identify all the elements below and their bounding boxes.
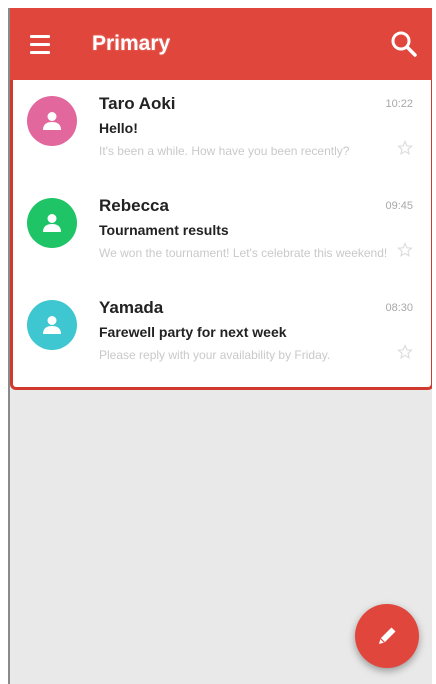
- message-time: 09:45: [385, 200, 413, 212]
- avatar: [27, 96, 77, 146]
- sender-name: Taro Aoki: [99, 94, 176, 113]
- avatar: [27, 198, 77, 248]
- person-icon: [43, 112, 61, 130]
- person-icon: [43, 316, 61, 334]
- message-subject: Tournament results: [99, 222, 229, 238]
- sender-name: Yamada: [99, 298, 164, 317]
- message-time: 10:22: [385, 98, 413, 110]
- message-snippet: Please reply with your availability by F…: [99, 348, 331, 362]
- message-snippet: It's been a while. How have you been rec…: [99, 144, 350, 158]
- phone-screen: Primary Taro Aoki Hello! It's been a whi…: [8, 8, 432, 684]
- message-item[interactable]: Rebecca Tournament results We won the to…: [13, 184, 431, 288]
- message-subject: Hello!: [99, 120, 138, 136]
- message-time: 08:30: [385, 302, 413, 314]
- pencil-icon: [379, 627, 396, 644]
- person-icon: [43, 214, 61, 232]
- compose-button[interactable]: [355, 604, 419, 668]
- star-outline-icon[interactable]: [397, 242, 413, 258]
- message-item[interactable]: Yamada Farewell party for next week Plea…: [13, 286, 431, 390]
- message-list: Taro Aoki Hello! It's been a while. How …: [10, 80, 432, 390]
- hamburger-menu-icon[interactable]: [30, 29, 62, 59]
- message-item[interactable]: Taro Aoki Hello! It's been a while. How …: [13, 82, 431, 186]
- app-bar: Primary: [10, 8, 432, 80]
- sender-name: Rebecca: [99, 196, 169, 215]
- avatar: [27, 300, 77, 350]
- star-outline-icon[interactable]: [397, 344, 413, 360]
- message-snippet: We won the tournament! Let's celebrate t…: [99, 246, 388, 260]
- message-subject: Farewell party for next week: [99, 324, 287, 340]
- app-bar-title: Primary: [92, 32, 171, 55]
- star-outline-icon[interactable]: [397, 140, 413, 156]
- search-icon[interactable]: [388, 28, 420, 60]
